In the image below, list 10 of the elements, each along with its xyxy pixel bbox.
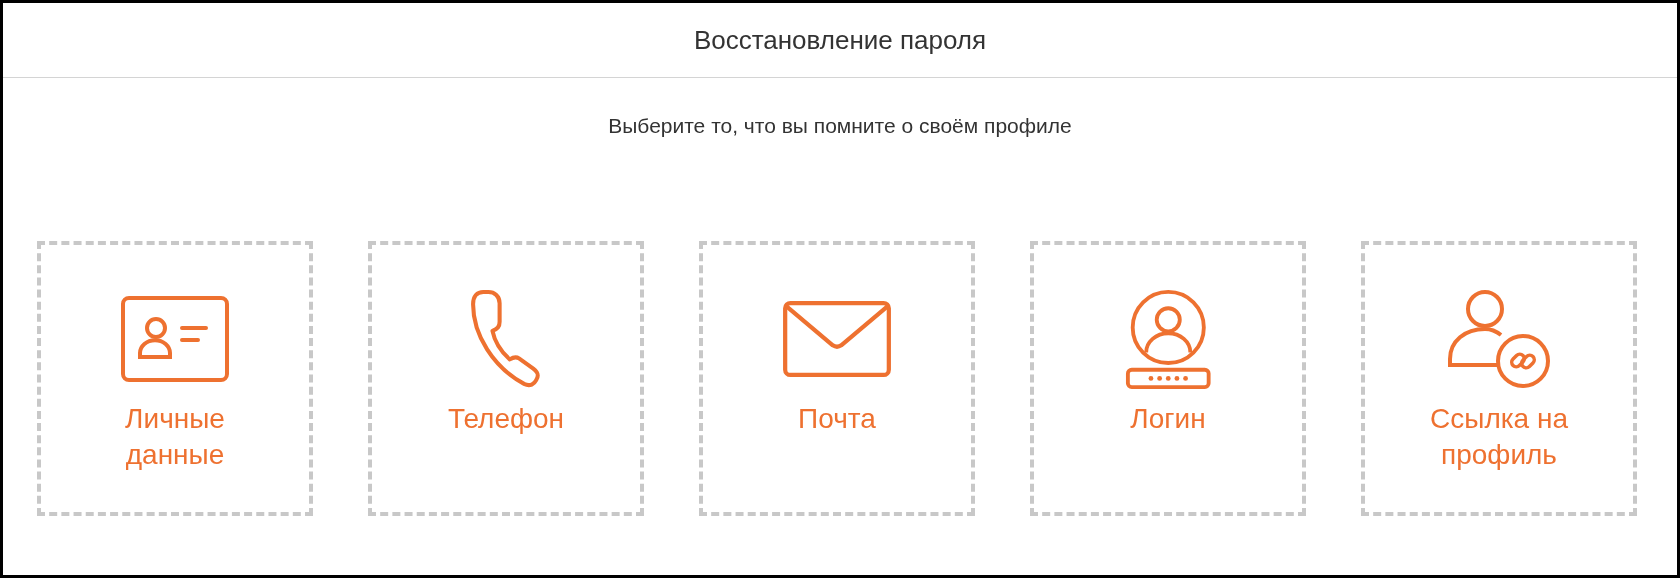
user-link-icon — [1447, 289, 1551, 389]
recovery-option[interactable]: Почта — [699, 241, 975, 516]
user-login-icon — [1124, 289, 1212, 389]
recovery-option[interactable]: Личные данные — [37, 241, 313, 516]
recovery-option[interactable]: Ссылка на профиль — [1361, 241, 1637, 516]
dialog-title: Восстановление пароля — [693, 24, 987, 56]
instruction-text: Выберите то, что вы помните о своём профиле — [607, 114, 1073, 138]
phone-icon — [469, 289, 543, 389]
recovery-option[interactable]: Логин — [1030, 241, 1306, 516]
recovery-option[interactable]: Телефон — [368, 241, 644, 516]
